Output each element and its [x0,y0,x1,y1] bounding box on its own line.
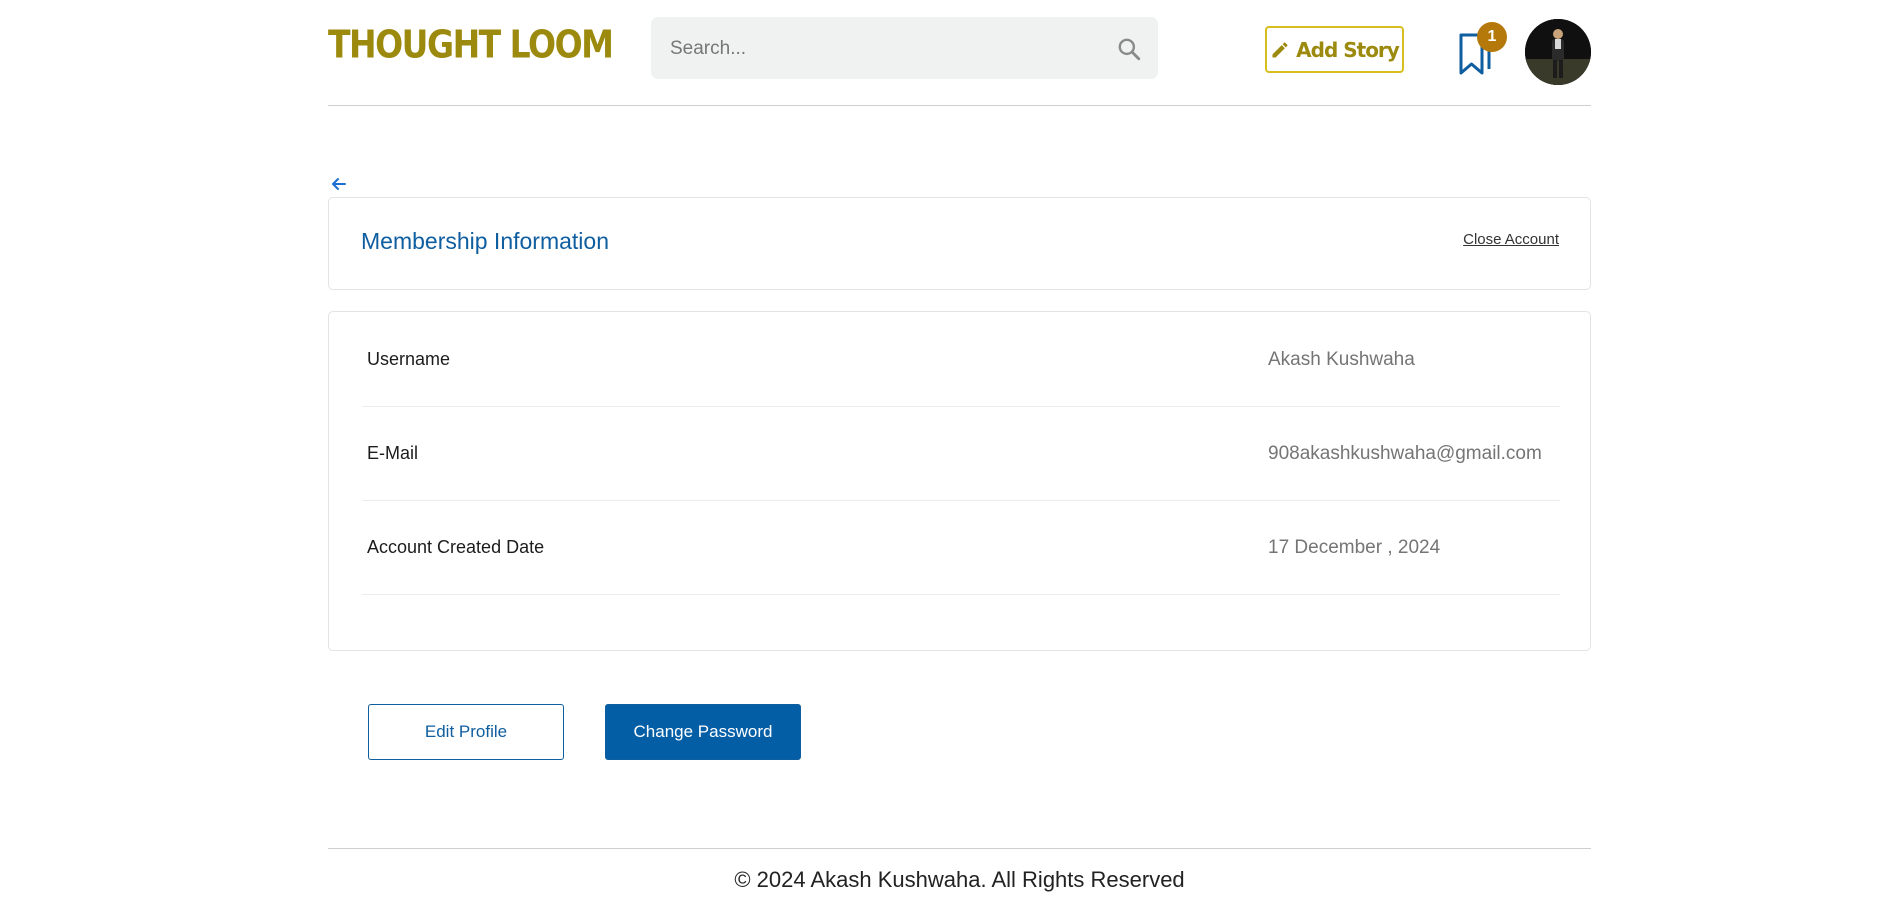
pencil-icon [1272,41,1288,57]
page: THOUGHT LOOM Add Story 1 [0,0,1898,907]
search-input[interactable] [668,17,1102,81]
top-navbar: THOUGHT LOOM Add Story 1 [328,0,1591,106]
add-story-label: Add Story [1296,37,1400,62]
info-label: Username [367,349,451,369]
close-account-link[interactable]: Close Account [1463,231,1559,248]
bookmark-count-badge: 1 [1477,22,1507,52]
account-info-card: Username Akash Kushwaha E-Mail 908akashk… [328,311,1591,651]
membership-header-card: Membership Information Close Account [328,197,1591,290]
footer: © 2024 Akash Kushwaha. All Rights Reserv… [328,848,1591,907]
change-password-button[interactable]: Change Password [605,704,801,760]
bookmarks-button[interactable]: 1 [1450,22,1507,82]
info-value: 17 December , 2024 [1268,537,1441,558]
avatar-image [1525,19,1591,85]
copyright-text: © 2024 Akash Kushwaha. All Rights Reserv… [734,867,1185,892]
add-story-button[interactable]: Add Story [1265,26,1404,73]
info-label: Account Created Date [367,537,545,557]
info-row-created-date: Account Created Date 17 December , 2024 [362,500,1560,595]
info-label: E-Mail [367,443,419,463]
search-icon[interactable] [1116,36,1142,62]
search-bar [651,17,1158,81]
page-title: Membership Information [361,228,609,254]
info-value: Akash Kushwaha [1268,349,1415,370]
info-value: 908akashkushwaha@gmail.com [1268,443,1542,464]
info-row-username: Username Akash Kushwaha [362,312,1560,407]
site-logo[interactable]: THOUGHT LOOM [328,22,614,67]
info-row-email: E-Mail 908akashkushwaha@gmail.com [362,406,1560,501]
user-avatar[interactable] [1525,19,1591,85]
edit-profile-button[interactable]: Edit Profile [368,704,564,760]
back-arrow-icon[interactable] [329,174,349,194]
